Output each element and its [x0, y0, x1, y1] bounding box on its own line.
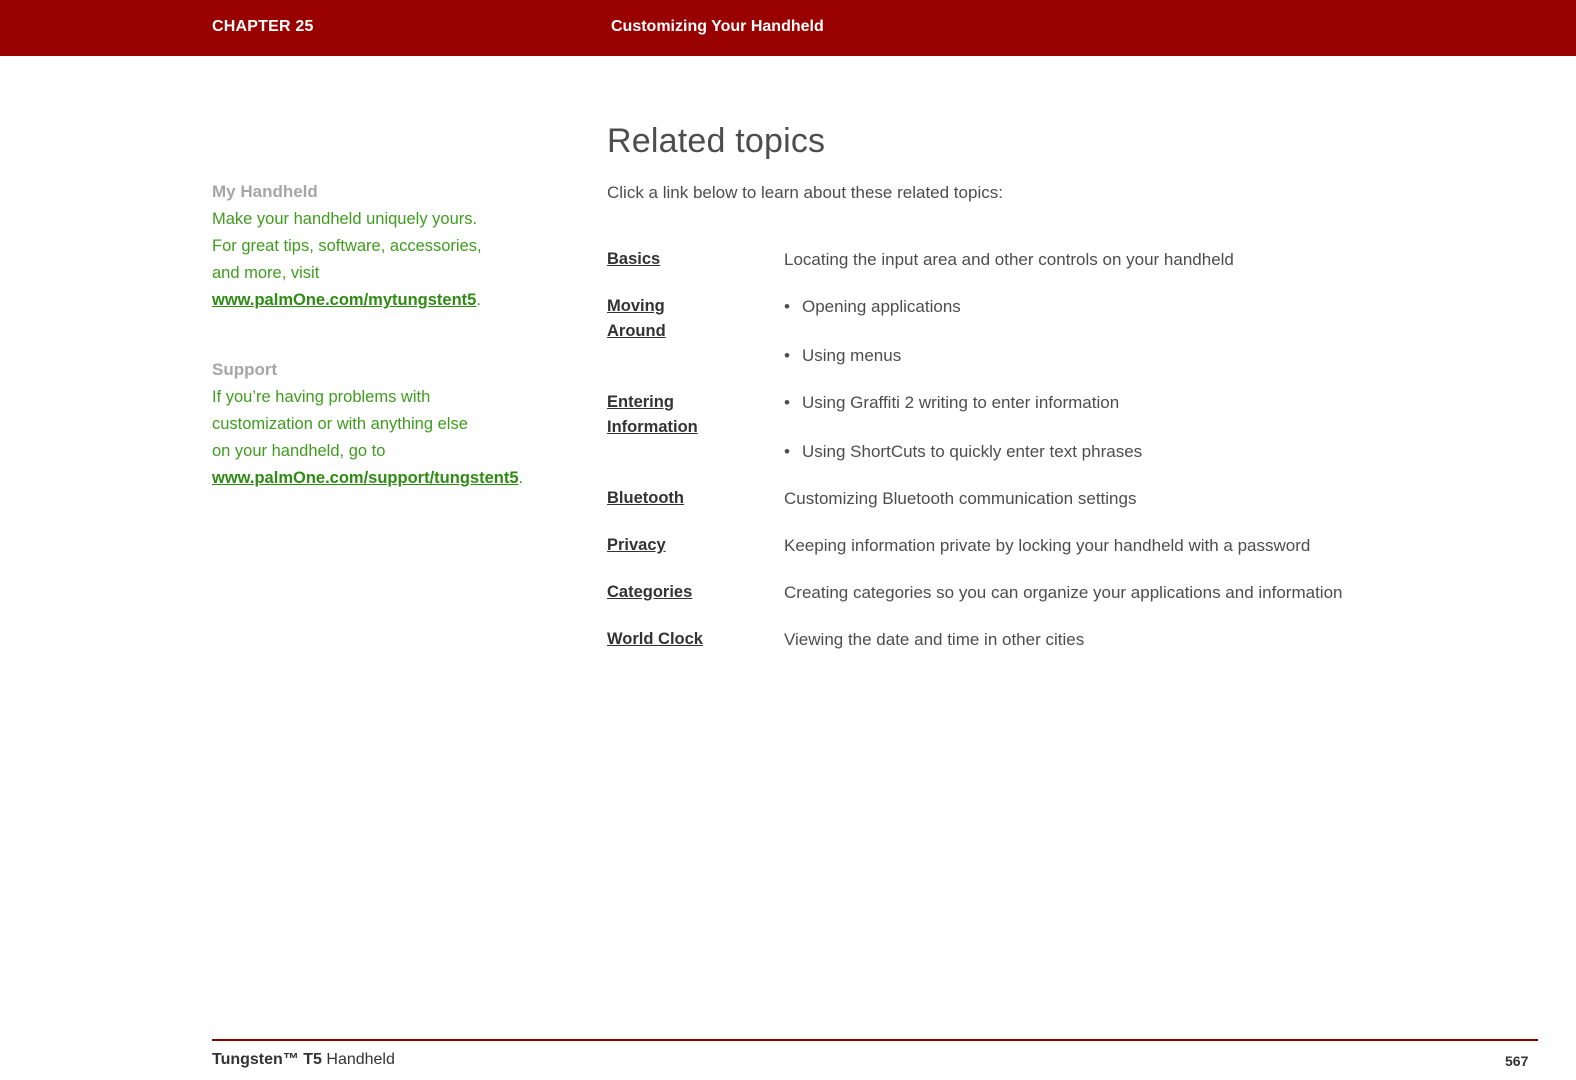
sidebar-body-my-handheld: Make your handheld uniquely yours. For g…: [212, 206, 484, 314]
chapter-label: CHAPTER 25: [212, 18, 314, 35]
sidebar-block-my-handheld: My Handheld Make your handheld uniquely …: [212, 178, 492, 314]
topic-link[interactable]: Basics: [607, 250, 660, 268]
topic-description-cell: • Using Graffiti 2 writing to enter infor…: [784, 390, 1537, 486]
topic-description-cell: Keeping information private by locking y…: [784, 533, 1537, 580]
topic-row: Privacy Keeping information private by lo…: [607, 533, 1537, 580]
bullet-icon: •: [784, 442, 790, 461]
page-title: Related topics: [607, 122, 826, 160]
footer-product: Tungsten™ T5 Handheld: [212, 1051, 395, 1069]
topic-link-cell: Categories: [607, 580, 784, 627]
topic-description-cell: Customizing Bluetooth communication sett…: [784, 486, 1537, 533]
topic-link-cell: Basics: [607, 247, 784, 294]
topic-bullet-item: • Using ShortCuts to quickly enter text p…: [784, 439, 1537, 464]
topic-link[interactable]: Entering: [607, 390, 784, 415]
sidebar-text-support-end: .: [518, 469, 524, 487]
topic-description-cell: Locating the input area and other contro…: [784, 247, 1537, 294]
intro-text: Click a link below to learn about these …: [607, 183, 1003, 202]
topic-description-cell: • Opening applications • Using menus: [784, 294, 1537, 390]
page-number: 567: [1505, 1053, 1529, 1069]
topic-link-cell: Privacy: [607, 533, 784, 580]
topic-bullet-item: • Using Graffiti 2 writing to enter infor…: [784, 390, 1537, 415]
topic-link[interactable]: Moving: [607, 294, 784, 319]
page-header-bar: CHAPTER 25 Customizing Your Handheld: [0, 0, 1576, 56]
topic-description: Locating the input area and other contro…: [784, 250, 1234, 269]
sidebar-text-my-handheld: Make your handheld uniquely yours. For g…: [212, 210, 482, 282]
sidebar-block-support: Support If you’re having problems with c…: [212, 356, 523, 492]
footer-trademark: ™: [282, 1051, 299, 1068]
chapter-title: Customizing Your Handheld: [611, 18, 824, 35]
topic-bullet-text: Using Graffiti 2 writing to enter inform…: [802, 393, 1120, 412]
topic-description: Viewing the date and time in other citie…: [784, 630, 1085, 649]
topic-row: Moving Around • Opening applications • Using…: [607, 294, 1537, 390]
sidebar-body-support: If you’re having problems with customiza…: [212, 384, 523, 492]
main-content: Related topics Click a link below to lea…: [607, 122, 1537, 674]
footer-product-model: T5: [298, 1051, 322, 1068]
footer-product-name: Tungsten: [212, 1051, 283, 1068]
sidebar-heading-my-handheld: My Handheld: [212, 182, 318, 201]
bullet-icon: •: [784, 393, 790, 412]
sidebar: My Handheld Make your handheld uniquely …: [212, 178, 523, 534]
topic-link[interactable]: World Clock: [607, 630, 703, 648]
sidebar-link-my-handheld[interactable]: www.palmOne.com/mytungstent5: [212, 291, 476, 309]
topic-description: Creating categories so you can organize …: [784, 583, 1343, 602]
topic-description: Customizing Bluetooth communication sett…: [784, 489, 1137, 508]
topic-link[interactable]: Privacy: [607, 536, 666, 554]
footer-divider: [212, 1039, 1538, 1041]
topic-bullet-text: Using ShortCuts to quickly enter text ph…: [802, 442, 1143, 461]
topic-description-cell: Creating categories so you can organize …: [784, 580, 1537, 627]
topic-bullet-item: • Opening applications: [784, 294, 1537, 319]
sidebar-heading-support: Support: [212, 360, 278, 379]
topic-description: Keeping information private by locking y…: [784, 536, 1311, 555]
topic-row: Entering Information • Using Graffiti 2 wr…: [607, 390, 1537, 486]
topic-bullet-item: • Using menus: [784, 343, 1537, 368]
topic-link-cell: Moving Around: [607, 294, 784, 390]
sidebar-text-support: If you’re having problems with customiza…: [212, 388, 468, 460]
topic-link-cell: Bluetooth: [607, 486, 784, 533]
topic-bullet-text: Using menus: [802, 346, 902, 365]
sidebar-link-support[interactable]: www.palmOne.com/support/tungstent5: [212, 469, 519, 487]
bullet-icon: •: [784, 297, 790, 316]
topic-description-cell: Viewing the date and time in other citie…: [784, 627, 1537, 674]
bullet-icon: •: [784, 346, 790, 365]
sidebar-text-my-handheld-end: .: [476, 291, 481, 309]
topic-link-line2[interactable]: Around: [607, 319, 784, 344]
topic-row: World Clock Viewing the date and time in …: [607, 627, 1537, 674]
topic-row: Basics Locating the input area and other …: [607, 247, 1537, 294]
footer-product-suffix: Handheld: [321, 1051, 395, 1068]
topic-link-line2[interactable]: Information: [607, 415, 784, 440]
related-topics-table: Basics Locating the input area and other …: [607, 247, 1537, 674]
related-topics-body: Basics Locating the input area and other …: [607, 247, 1537, 674]
topic-link-cell: World Clock: [607, 627, 784, 674]
topic-link[interactable]: Categories: [607, 583, 692, 601]
topic-row: Categories Creating categories so you can…: [607, 580, 1537, 627]
topic-row: Bluetooth Customizing Bluetooth communica…: [607, 486, 1537, 533]
topic-bullet-text: Opening applications: [802, 297, 961, 316]
topic-link[interactable]: Bluetooth: [607, 489, 684, 507]
topic-link-cell: Entering Information: [607, 390, 784, 486]
